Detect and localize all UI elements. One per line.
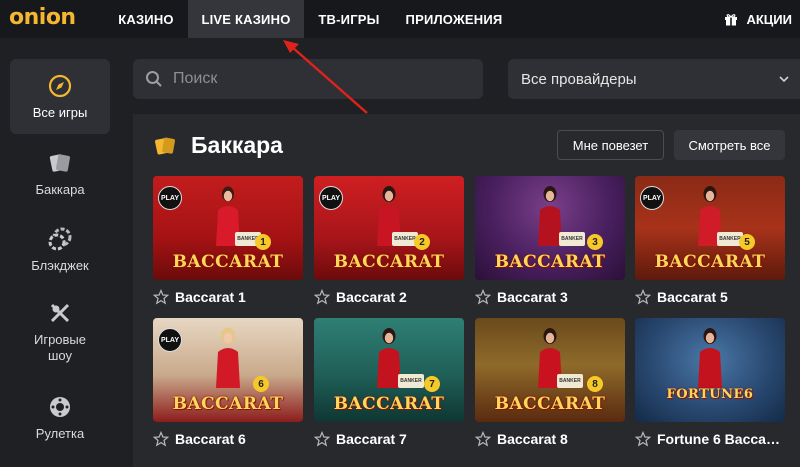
banker-sign: BANKER	[398, 374, 424, 388]
game-card[interactable]: PLAY BANKER 2 BACCARAT Baccarat 2	[314, 176, 464, 306]
sidebar-item-baccarat[interactable]: Баккара	[10, 150, 110, 198]
star-icon[interactable]	[314, 431, 330, 447]
section-title: Баккара	[191, 132, 283, 158]
gift-icon	[725, 14, 738, 26]
search-input[interactable]	[173, 70, 463, 88]
table-number-badge: 2	[414, 234, 430, 250]
logo[interactable]: onion	[9, 4, 76, 32]
game-logo: BACCARAT	[172, 252, 284, 272]
game-thumbnail[interactable]: PLAY BANKER 2 BACCARAT	[314, 176, 464, 280]
game-thumbnail[interactable]: PLAY 6 BACCARAT	[153, 318, 303, 422]
compass-icon	[47, 73, 73, 99]
dealer-figure	[216, 327, 240, 388]
sidebar-item-label: Все игры	[32, 105, 88, 120]
sidebar-item-label: Рулетка	[35, 426, 85, 441]
play-badge: PLAY	[158, 186, 182, 210]
table-number-badge: 1	[255, 234, 271, 250]
chevron-down-icon	[779, 76, 789, 83]
game-thumbnail[interactable]: FORTUNE6	[635, 318, 785, 422]
game-thumbnail[interactable]: BANKER 8 BACCARAT	[475, 318, 625, 422]
games-panel: Баккара Мне повезет Смотреть все PLAY BA…	[133, 114, 800, 467]
game-logo: BACCARAT	[494, 394, 606, 414]
game-logo: BACCARAT	[494, 252, 606, 272]
banker-sign: BANKER	[557, 374, 583, 388]
table-number-badge: 7	[424, 376, 440, 392]
chips-icon	[47, 226, 73, 252]
nav-live-casino[interactable]: LIVE КАЗИНО	[188, 0, 304, 38]
search-box	[133, 59, 483, 99]
star-icon[interactable]	[475, 289, 491, 305]
game-title[interactable]: Baccarat 7	[336, 431, 460, 447]
top-navigation: onion КАЗИНО LIVE КАЗИНО ТВ-ИГРЫ ПРИЛОЖЕ…	[0, 0, 800, 38]
cards-icon	[47, 150, 73, 176]
game-card[interactable]: PLAY BANKER 5 BACCARAT Baccarat 5	[635, 176, 785, 306]
banker-sign: BANKER	[559, 232, 585, 246]
nav-apps[interactable]: ПРИЛОЖЕНИЯ	[396, 0, 512, 38]
sidebar-item-all-games[interactable]: Все игры	[10, 59, 110, 134]
game-logo: BACCARAT	[333, 394, 445, 414]
game-card[interactable]: PLAY BANKER 1 BACCARAT Baccarat 1	[153, 176, 303, 306]
game-logo: BACCARAT	[172, 394, 284, 414]
game-card[interactable]: BANKER 8 BACCARAT Baccarat 8	[475, 318, 625, 448]
nav-promotions[interactable]: АКЦИИ	[724, 0, 792, 38]
microphone-icon	[47, 300, 73, 326]
game-card[interactable]: PLAY 6 BACCARAT Baccarat 6	[153, 318, 303, 448]
table-number-badge: 8	[587, 376, 603, 392]
section-header: Баккара	[153, 132, 283, 159]
dealer-figure	[698, 328, 722, 388]
game-title[interactable]: Baccarat 6	[175, 431, 299, 447]
cards-icon	[155, 137, 175, 154]
nav-casino[interactable]: КАЗИНО	[110, 0, 182, 38]
provider-select[interactable]: Все провайдеры	[508, 59, 800, 99]
sidebar-item-roulette[interactable]: Рулетка	[10, 394, 110, 442]
star-icon[interactable]	[153, 289, 169, 305]
sidebar-item-blackjack[interactable]: Блэкджек	[10, 226, 110, 274]
game-title[interactable]: Baccarat 8	[497, 431, 621, 447]
play-badge: PLAY	[158, 328, 182, 352]
game-title[interactable]: Baccarat 1	[175, 289, 299, 305]
game-card[interactable]: FORTUNE6 Fortune 6 Baccarat	[635, 318, 785, 448]
table-number-badge: 3	[587, 234, 603, 250]
game-title[interactable]: Baccarat 5	[657, 289, 781, 305]
sidebar-item-game-shows[interactable]: Игровые шоу	[10, 300, 110, 364]
sidebar-item-label: Баккара	[35, 182, 85, 197]
nav-tv-games[interactable]: ТВ-ИГРЫ	[308, 0, 390, 38]
game-title[interactable]: Baccarat 2	[336, 289, 460, 305]
nav-promotions-label: АКЦИИ	[746, 11, 792, 27]
star-icon[interactable]	[314, 289, 330, 305]
sidebar-item-label: Игровые шоу	[33, 332, 87, 363]
play-badge: PLAY	[319, 186, 343, 210]
star-icon[interactable]	[635, 289, 651, 305]
table-number-badge: 6	[253, 376, 269, 392]
view-all-button[interactable]: Смотреть все	[674, 130, 785, 160]
game-card[interactable]: BANKER 3 BACCARAT Baccarat 3	[475, 176, 625, 306]
provider-select-value: Все провайдеры	[521, 70, 637, 88]
game-thumbnail[interactable]: PLAY BANKER 1 BACCARAT	[153, 176, 303, 280]
sidebar-item-label: Блэкджек	[31, 258, 89, 273]
game-title[interactable]: Fortune 6 Baccarat	[657, 431, 781, 447]
play-badge: PLAY	[640, 186, 664, 210]
game-logo: BACCARAT	[654, 252, 766, 272]
roulette-icon	[47, 394, 73, 420]
game-card[interactable]: BANKER 7 BACCARAT Baccarat 7	[314, 318, 464, 448]
game-title[interactable]: Baccarat 3	[497, 289, 621, 305]
sidebar: Все игры Баккара Блэкджек Игровые шоу Ру…	[0, 38, 122, 467]
feeling-lucky-button[interactable]: Мне повезет	[557, 130, 664, 160]
star-icon[interactable]	[475, 431, 491, 447]
star-icon[interactable]	[153, 431, 169, 447]
game-logo: FORTUNE6	[666, 387, 754, 402]
game-thumbnail[interactable]: BANKER 3 BACCARAT	[475, 176, 625, 280]
game-logo: BACCARAT	[333, 252, 445, 272]
game-thumbnail[interactable]: PLAY BANKER 5 BACCARAT	[635, 176, 785, 280]
search-icon	[146, 71, 162, 87]
table-number-badge: 5	[739, 234, 755, 250]
star-icon[interactable]	[635, 431, 651, 447]
game-thumbnail[interactable]: BANKER 7 BACCARAT	[314, 318, 464, 422]
